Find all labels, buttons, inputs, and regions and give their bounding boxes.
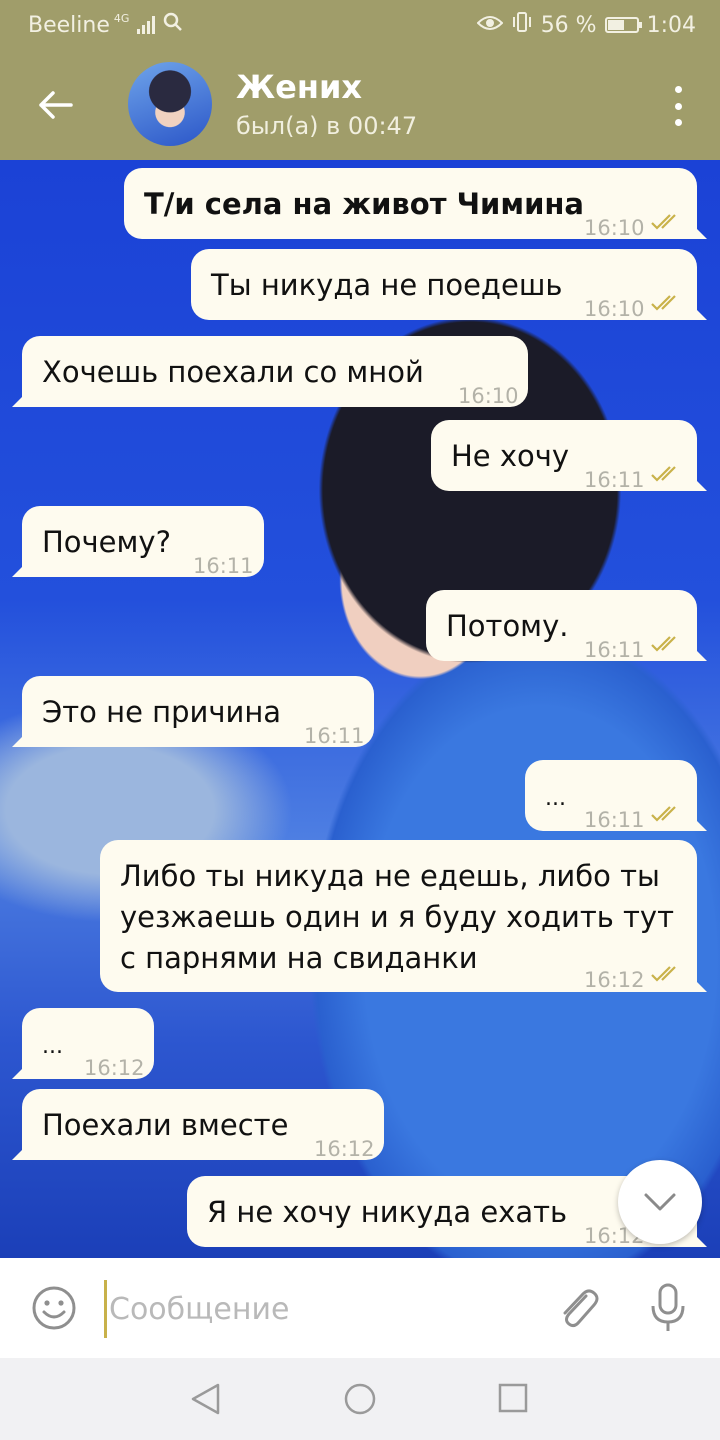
message-bubble[interactable]: Это не причина 16:11 — [12, 676, 374, 748]
clock: 1:04 — [646, 12, 696, 38]
double-check-icon — [650, 634, 686, 654]
message-time: 16:11 — [193, 554, 254, 578]
message-text: Т/и села на живот Чимина — [144, 187, 584, 221]
more-vert-icon[interactable] — [666, 86, 690, 126]
message-time: 16:11 — [304, 724, 365, 748]
double-check-icon — [650, 293, 686, 313]
message-text: Ты никуда не поедешь — [211, 268, 563, 302]
last-seen-status: был(а) в 00:47 — [236, 112, 418, 140]
message-bubble[interactable]: Почему? 16:11 — [12, 506, 264, 578]
double-check-icon — [650, 464, 686, 484]
mic-button[interactable] — [648, 1282, 688, 1338]
battery-percent: 56 % — [540, 12, 597, 38]
mic-icon — [651, 1283, 685, 1331]
double-check-icon — [650, 804, 686, 824]
nav-back-button[interactable] — [188, 1382, 222, 1420]
message-bubble[interactable]: ... 16:11 — [525, 760, 707, 832]
message-time: 16:11 — [584, 468, 645, 492]
message-text: ... — [42, 1034, 63, 1059]
message-text: ... — [545, 786, 566, 811]
message-bubble[interactable]: Ты никуда не поедешь 16:10 — [191, 249, 707, 321]
triangle-back-icon — [191, 1383, 220, 1415]
square-recents-icon — [498, 1383, 528, 1413]
message-bubble[interactable]: ... 16:12 — [12, 1008, 154, 1080]
avatar[interactable] — [128, 62, 212, 146]
message-text: Хочешь поехали со мной — [42, 355, 424, 389]
message-text: Это не причина — [42, 695, 282, 729]
nav-recents-button[interactable] — [497, 1382, 529, 1418]
message-bubble[interactable]: Хочешь поехали со мной 16:10 — [12, 336, 528, 408]
search-icon — [163, 12, 183, 38]
chat-messages[interactable]: Т/и села на живот Чимина 16:10 Ты никуда… — [0, 160, 720, 1258]
message-time: 16:12 — [84, 1056, 145, 1080]
signal-icon — [137, 16, 156, 34]
double-check-icon — [650, 212, 686, 232]
nav-home-button[interactable] — [343, 1382, 377, 1420]
message-time: 16:11 — [584, 638, 645, 662]
message-text: Я не хочу никуда ехать — [207, 1195, 568, 1229]
carrier-name: Beeline — [28, 12, 110, 38]
network-type: 4G — [113, 11, 130, 25]
battery-icon — [604, 17, 642, 33]
message-input[interactable] — [104, 1280, 541, 1338]
status-bar: Beeline 4G 56 % 1:04 — [0, 0, 720, 50]
emoji-button[interactable] — [30, 1284, 78, 1336]
back-button[interactable] — [30, 80, 80, 130]
message-bubble[interactable]: Потому. 16:11 — [426, 590, 707, 662]
message-text: Почему? — [42, 525, 171, 559]
message-bubble[interactable]: Поехали вместе 16:12 — [12, 1089, 384, 1161]
message-time: 16:10 — [458, 384, 519, 408]
chat-title[interactable]: Жених — [236, 68, 362, 106]
message-composer — [0, 1258, 720, 1358]
emoji-icon — [32, 1286, 76, 1330]
attach-icon — [563, 1289, 599, 1328]
chevron-down-icon — [644, 1193, 676, 1211]
message-bubble[interactable]: Не хочу 16:11 — [431, 420, 707, 492]
scroll-down-button[interactable] — [618, 1160, 702, 1244]
chat-header: Жених был(а) в 00:47 — [0, 50, 720, 160]
circle-home-icon — [344, 1383, 376, 1415]
message-time: 16:12 — [584, 968, 645, 992]
message-time: 16:12 — [314, 1137, 375, 1161]
message-text: Потому. — [446, 609, 569, 643]
message-time: 16:10 — [584, 297, 645, 321]
double-check-icon — [650, 964, 686, 984]
message-bubble[interactable]: Т/и села на живот Чимина 16:10 — [124, 168, 707, 240]
message-time: 16:10 — [584, 216, 645, 240]
message-bubble[interactable]: Либо ты никуда не едешь, либо ты уезжаеш… — [100, 840, 707, 992]
back-arrow-icon — [39, 91, 73, 119]
message-text: Не хочу — [451, 439, 570, 473]
message-time: 16:11 — [584, 808, 645, 832]
eye-icon — [476, 13, 504, 38]
vibrate-icon — [511, 11, 533, 39]
attach-button[interactable] — [556, 1286, 600, 1336]
system-nav-bar — [0, 1358, 720, 1440]
message-text: Поехали вместе — [42, 1108, 289, 1142]
